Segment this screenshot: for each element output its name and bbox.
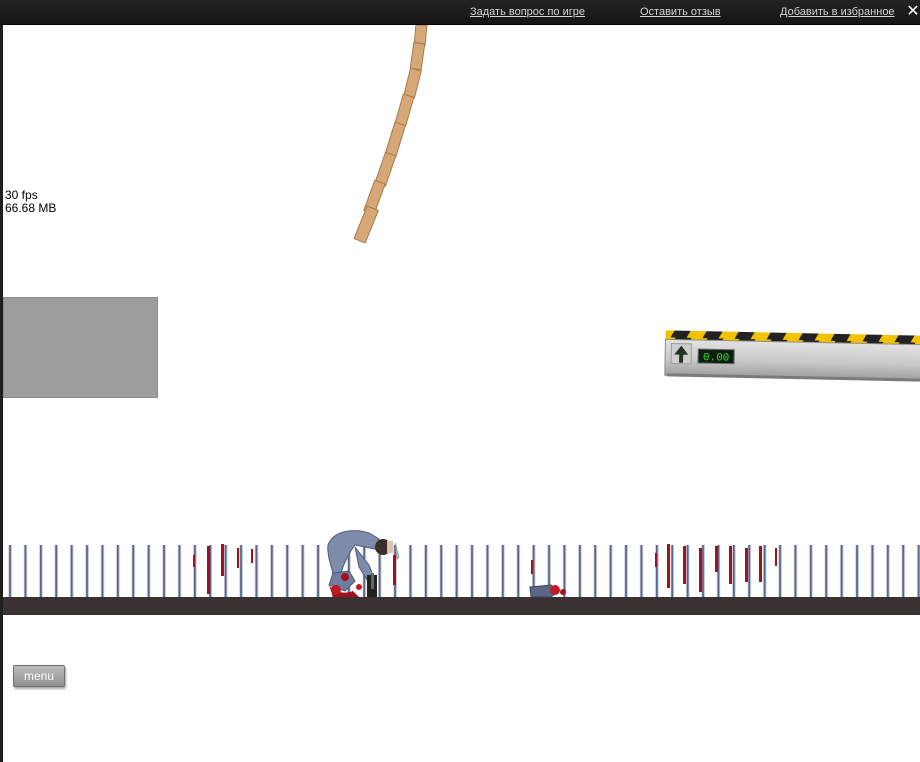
spike-shaft xyxy=(686,545,689,597)
spike-shaft xyxy=(887,545,889,597)
spike-shaft xyxy=(871,545,874,597)
spike-shaft xyxy=(101,545,104,597)
spike-shaft xyxy=(825,545,827,597)
spike-shaft xyxy=(594,545,596,597)
spike-shaft xyxy=(471,545,473,597)
spike-shaft xyxy=(117,545,119,597)
spike-shaft xyxy=(271,545,273,597)
spike-shaft xyxy=(86,545,88,597)
spike-shaft xyxy=(579,545,581,597)
spike-shaft xyxy=(132,545,134,597)
spike-shaft xyxy=(625,545,627,597)
spike-shaft xyxy=(9,545,11,597)
spike-shaft xyxy=(640,545,643,597)
ask-question-link[interactable]: Задать вопрос по игре xyxy=(470,6,585,18)
spike-shaft xyxy=(840,545,843,597)
spike-shaft xyxy=(240,545,242,597)
spike-shaft xyxy=(24,545,27,597)
wooden-chain[interactable] xyxy=(353,25,428,244)
spike-shaft xyxy=(286,545,288,597)
spike-shaft xyxy=(440,545,442,597)
spike-shaft xyxy=(609,545,612,597)
top-bar: Задать вопрос по игре Оставить отзыв Доб… xyxy=(0,0,920,25)
chain-link xyxy=(353,205,379,244)
chain-link xyxy=(394,93,415,127)
spike-shaft xyxy=(748,545,750,597)
spike-shaft xyxy=(656,545,658,597)
spike-shaft xyxy=(224,545,227,597)
ground-bar xyxy=(3,597,920,615)
spike-shaft xyxy=(779,545,781,597)
spike-shaft xyxy=(317,545,319,597)
elevator-platform[interactable]: 0.00 xyxy=(664,330,920,382)
spike-shaft xyxy=(917,545,920,597)
spike-shaft xyxy=(147,545,150,597)
severed-limb[interactable] xyxy=(529,584,566,598)
spike-shaft xyxy=(425,545,427,597)
up-arrow-icon[interactable] xyxy=(670,342,692,365)
spike-shaft xyxy=(255,545,258,597)
menu-button[interactable]: menu xyxy=(13,665,65,687)
game-scene: 0.00 xyxy=(3,25,920,615)
chain-link xyxy=(384,121,407,157)
elevator-display-value: 0.00 xyxy=(703,352,730,365)
add-to-favorites-link[interactable]: Добавить в избранное xyxy=(780,6,895,18)
spike-shaft xyxy=(301,545,304,597)
spike-shaft xyxy=(486,545,489,597)
spike-row xyxy=(8,545,920,597)
spike-shaft xyxy=(455,545,458,597)
spike-shaft xyxy=(70,545,73,597)
leave-review-link[interactable]: Оставить отзыв xyxy=(640,6,721,18)
spike-shaft xyxy=(194,545,196,597)
spike-shaft xyxy=(794,545,797,597)
chain-link xyxy=(403,67,422,99)
spike-shaft xyxy=(163,545,165,597)
spike-shaft xyxy=(409,545,412,597)
spike-shaft xyxy=(178,545,181,597)
spike-shaft xyxy=(55,545,57,597)
spike-shaft xyxy=(733,545,735,597)
spike-shaft xyxy=(902,545,904,597)
spike-shaft xyxy=(810,545,812,597)
close-icon[interactable]: ✕ xyxy=(906,2,920,20)
spike-shaft xyxy=(40,545,42,597)
spike-shaft xyxy=(671,545,673,597)
spike-shaft xyxy=(517,545,519,597)
spike-shaft xyxy=(502,545,504,597)
chain-link xyxy=(409,41,426,71)
game-stage[interactable]: 30 fps 66.68 MB 0.00 menu xyxy=(3,25,920,762)
spike-shaft xyxy=(763,545,766,597)
spike-shaft xyxy=(702,545,704,597)
spike-shaft xyxy=(856,545,858,597)
